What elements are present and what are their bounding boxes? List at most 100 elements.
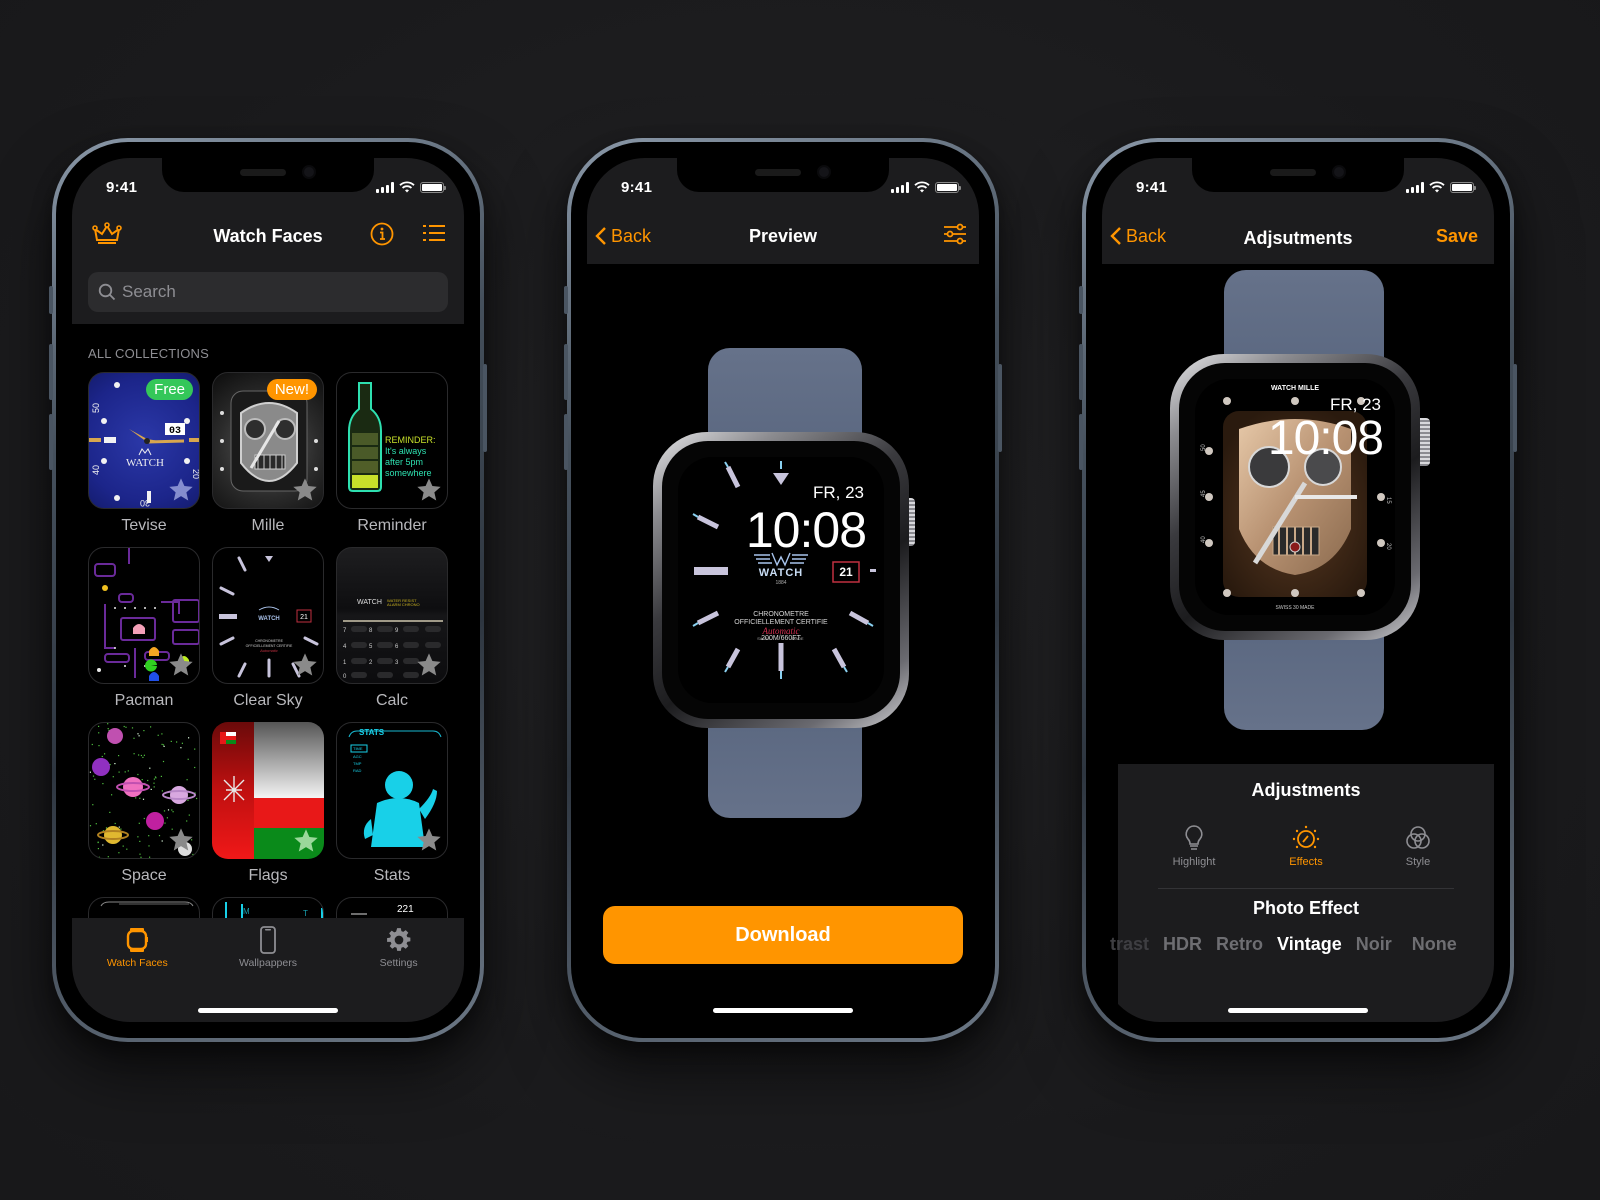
adjust-tab-highlight[interactable]: Highlight	[1164, 824, 1224, 868]
star-dot	[162, 744, 165, 746]
effect-option-vintage[interactable]: Vintage	[1277, 934, 1342, 955]
star-dot	[111, 794, 113, 796]
battery-icon	[420, 181, 446, 193]
watch-case: 50 45 40 15 20 WATCH MILLE FR, 23 10:08	[1170, 354, 1420, 640]
star-dot	[187, 758, 189, 760]
star-dot	[118, 852, 120, 854]
favorite-star-icon[interactable]	[167, 826, 195, 854]
photo-effect-picker[interactable]: trast HDR Retro Vintage Noir None	[1110, 934, 1457, 955]
status-time: 9:41	[621, 178, 653, 196]
svg-text:20: 20	[1385, 543, 1391, 550]
star-dot	[187, 799, 189, 801]
crown-icon	[92, 222, 122, 244]
star-dot	[196, 797, 198, 800]
star-dot	[107, 723, 109, 725]
collection-tile-flags[interactable]: Flags	[212, 722, 324, 897]
watch-face-thumbnail	[88, 547, 200, 684]
screen: 9:41 Watch Faces Search ALL COLLECTIONS …	[72, 158, 464, 1022]
back-button[interactable]: Back	[595, 226, 651, 247]
favorite-star-icon[interactable]	[292, 827, 320, 855]
star-dot	[98, 745, 100, 747]
svg-text:15: 15	[1385, 497, 1391, 504]
search-field[interactable]	[88, 272, 448, 312]
back-button[interactable]: Back	[1110, 226, 1166, 247]
effect-option-noir[interactable]: Noir	[1356, 934, 1392, 955]
save-button[interactable]: Save	[1436, 226, 1478, 247]
tab-settings[interactable]: Settings	[339, 926, 459, 1022]
collection-tile-clear-sky[interactable]: WATCH 21 CHRONOMETRE OFFICIELLEMENT CERT…	[212, 547, 324, 722]
list-view-button[interactable]	[422, 223, 446, 248]
notch	[677, 158, 889, 192]
effect-option-retro[interactable]: Retro	[1216, 934, 1263, 955]
svg-text:8: 8	[369, 628, 373, 634]
phone-adjustments: 9:41 Back Adjsutments Save 50 45 40 15 2…	[1079, 138, 1517, 1042]
collection-tile-space[interactable]: Space	[88, 722, 200, 897]
star-dot	[157, 734, 159, 736]
star-dot	[118, 771, 120, 773]
favorite-star-icon[interactable]	[415, 651, 443, 679]
collection-tile-calc[interactable]: WATCH WATER RESIST ALARM CHRONO 78945612…	[336, 547, 448, 722]
home-indicator[interactable]	[713, 1008, 853, 1013]
star-dot	[94, 778, 96, 780]
adjust-tab-style[interactable]: Style	[1388, 824, 1448, 868]
collection-tile-mille[interactable]: New! Mille	[212, 372, 324, 547]
tab-watch-faces[interactable]: Watch Faces	[77, 926, 197, 1022]
status-time: 9:41	[1136, 178, 1168, 196]
star-dot	[102, 844, 104, 846]
star-dot	[140, 754, 142, 757]
star-dot	[138, 754, 140, 756]
adjust-tab-effects[interactable]: Effects	[1276, 824, 1336, 868]
star-dot	[153, 782, 155, 784]
download-button[interactable]: Download	[603, 906, 963, 964]
home-indicator[interactable]	[1228, 1008, 1368, 1013]
svg-text:ALARM CHRONO: ALARM CHRONO	[387, 602, 420, 607]
star-dot	[163, 810, 166, 812]
screen: 9:41 Back Preview SWISS MADE FR, 23 10:0…	[587, 158, 979, 1022]
effect-option-contrast[interactable]: trast	[1110, 934, 1149, 955]
star-dot	[153, 778, 155, 780]
star-dot	[143, 754, 145, 756]
star-dot	[143, 730, 145, 732]
star-dot	[181, 742, 183, 744]
star-dot	[118, 755, 120, 757]
home-indicator[interactable]	[198, 1008, 338, 1013]
tab-label: Settings	[379, 957, 418, 969]
phone-watch-faces: 9:41 Watch Faces Search ALL COLLECTIONS …	[49, 138, 487, 1042]
favorite-star-icon[interactable]	[415, 476, 443, 504]
time-label: 10:08	[745, 502, 867, 558]
favorite-star-icon[interactable]	[167, 651, 195, 679]
divider	[1158, 888, 1454, 889]
star-dot	[166, 817, 168, 819]
collection-tile-pacman[interactable]: Pacman	[88, 547, 200, 722]
volume-up-button	[1079, 344, 1083, 400]
wifi-icon	[1429, 181, 1445, 193]
svg-text:TMP: TMP	[353, 761, 362, 766]
favorite-star-icon[interactable]	[167, 476, 195, 504]
adjustments-title: Adjustments	[1251, 780, 1361, 800]
section-label: ALL COLLECTIONS	[88, 346, 210, 361]
tab-label: Watch Faces	[106, 957, 168, 969]
collection-tile-tevise[interactable]: 03 WATCH 50 40 20 30 Free Tevise	[88, 372, 200, 547]
collection-tile-reminder[interactable]: REMINDER: It's always after 5pm somewher…	[336, 372, 448, 547]
svg-text:WATCH: WATCH	[357, 599, 382, 606]
favorite-star-icon[interactable]	[291, 651, 319, 679]
favorite-star-icon[interactable]	[291, 476, 319, 504]
watch-face-thumbnail: New!	[212, 372, 324, 509]
effect-option-none[interactable]: None	[1412, 934, 1457, 955]
premium-crown-button[interactable]	[92, 222, 122, 251]
info-button[interactable]	[370, 222, 394, 251]
dial-text: CHRONOMETRE OFFICIELLEMENT CERTIFIE Auto…	[734, 611, 828, 642]
svg-text:WATCH: WATCH	[126, 457, 164, 469]
svg-text:221: 221	[397, 904, 414, 915]
adjust-tab-label: Style	[1405, 856, 1431, 868]
collection-name: Stats	[373, 867, 411, 884]
favorite-star-icon[interactable]	[415, 826, 443, 854]
watch-icon	[127, 928, 149, 952]
search-input[interactable]	[122, 282, 438, 302]
effect-option-hdr[interactable]: HDR	[1163, 934, 1202, 955]
page-title: Adjsutments	[1243, 227, 1353, 248]
settings-sliders-button[interactable]	[943, 223, 967, 250]
mute-switch	[1079, 286, 1083, 314]
watch-face: 50 45 40 15 20 WATCH MILLE FR, 23 10:08	[1195, 379, 1395, 615]
collection-tile-stats[interactable]: STATS TIME AGC TMP RAD Stats	[336, 722, 448, 897]
